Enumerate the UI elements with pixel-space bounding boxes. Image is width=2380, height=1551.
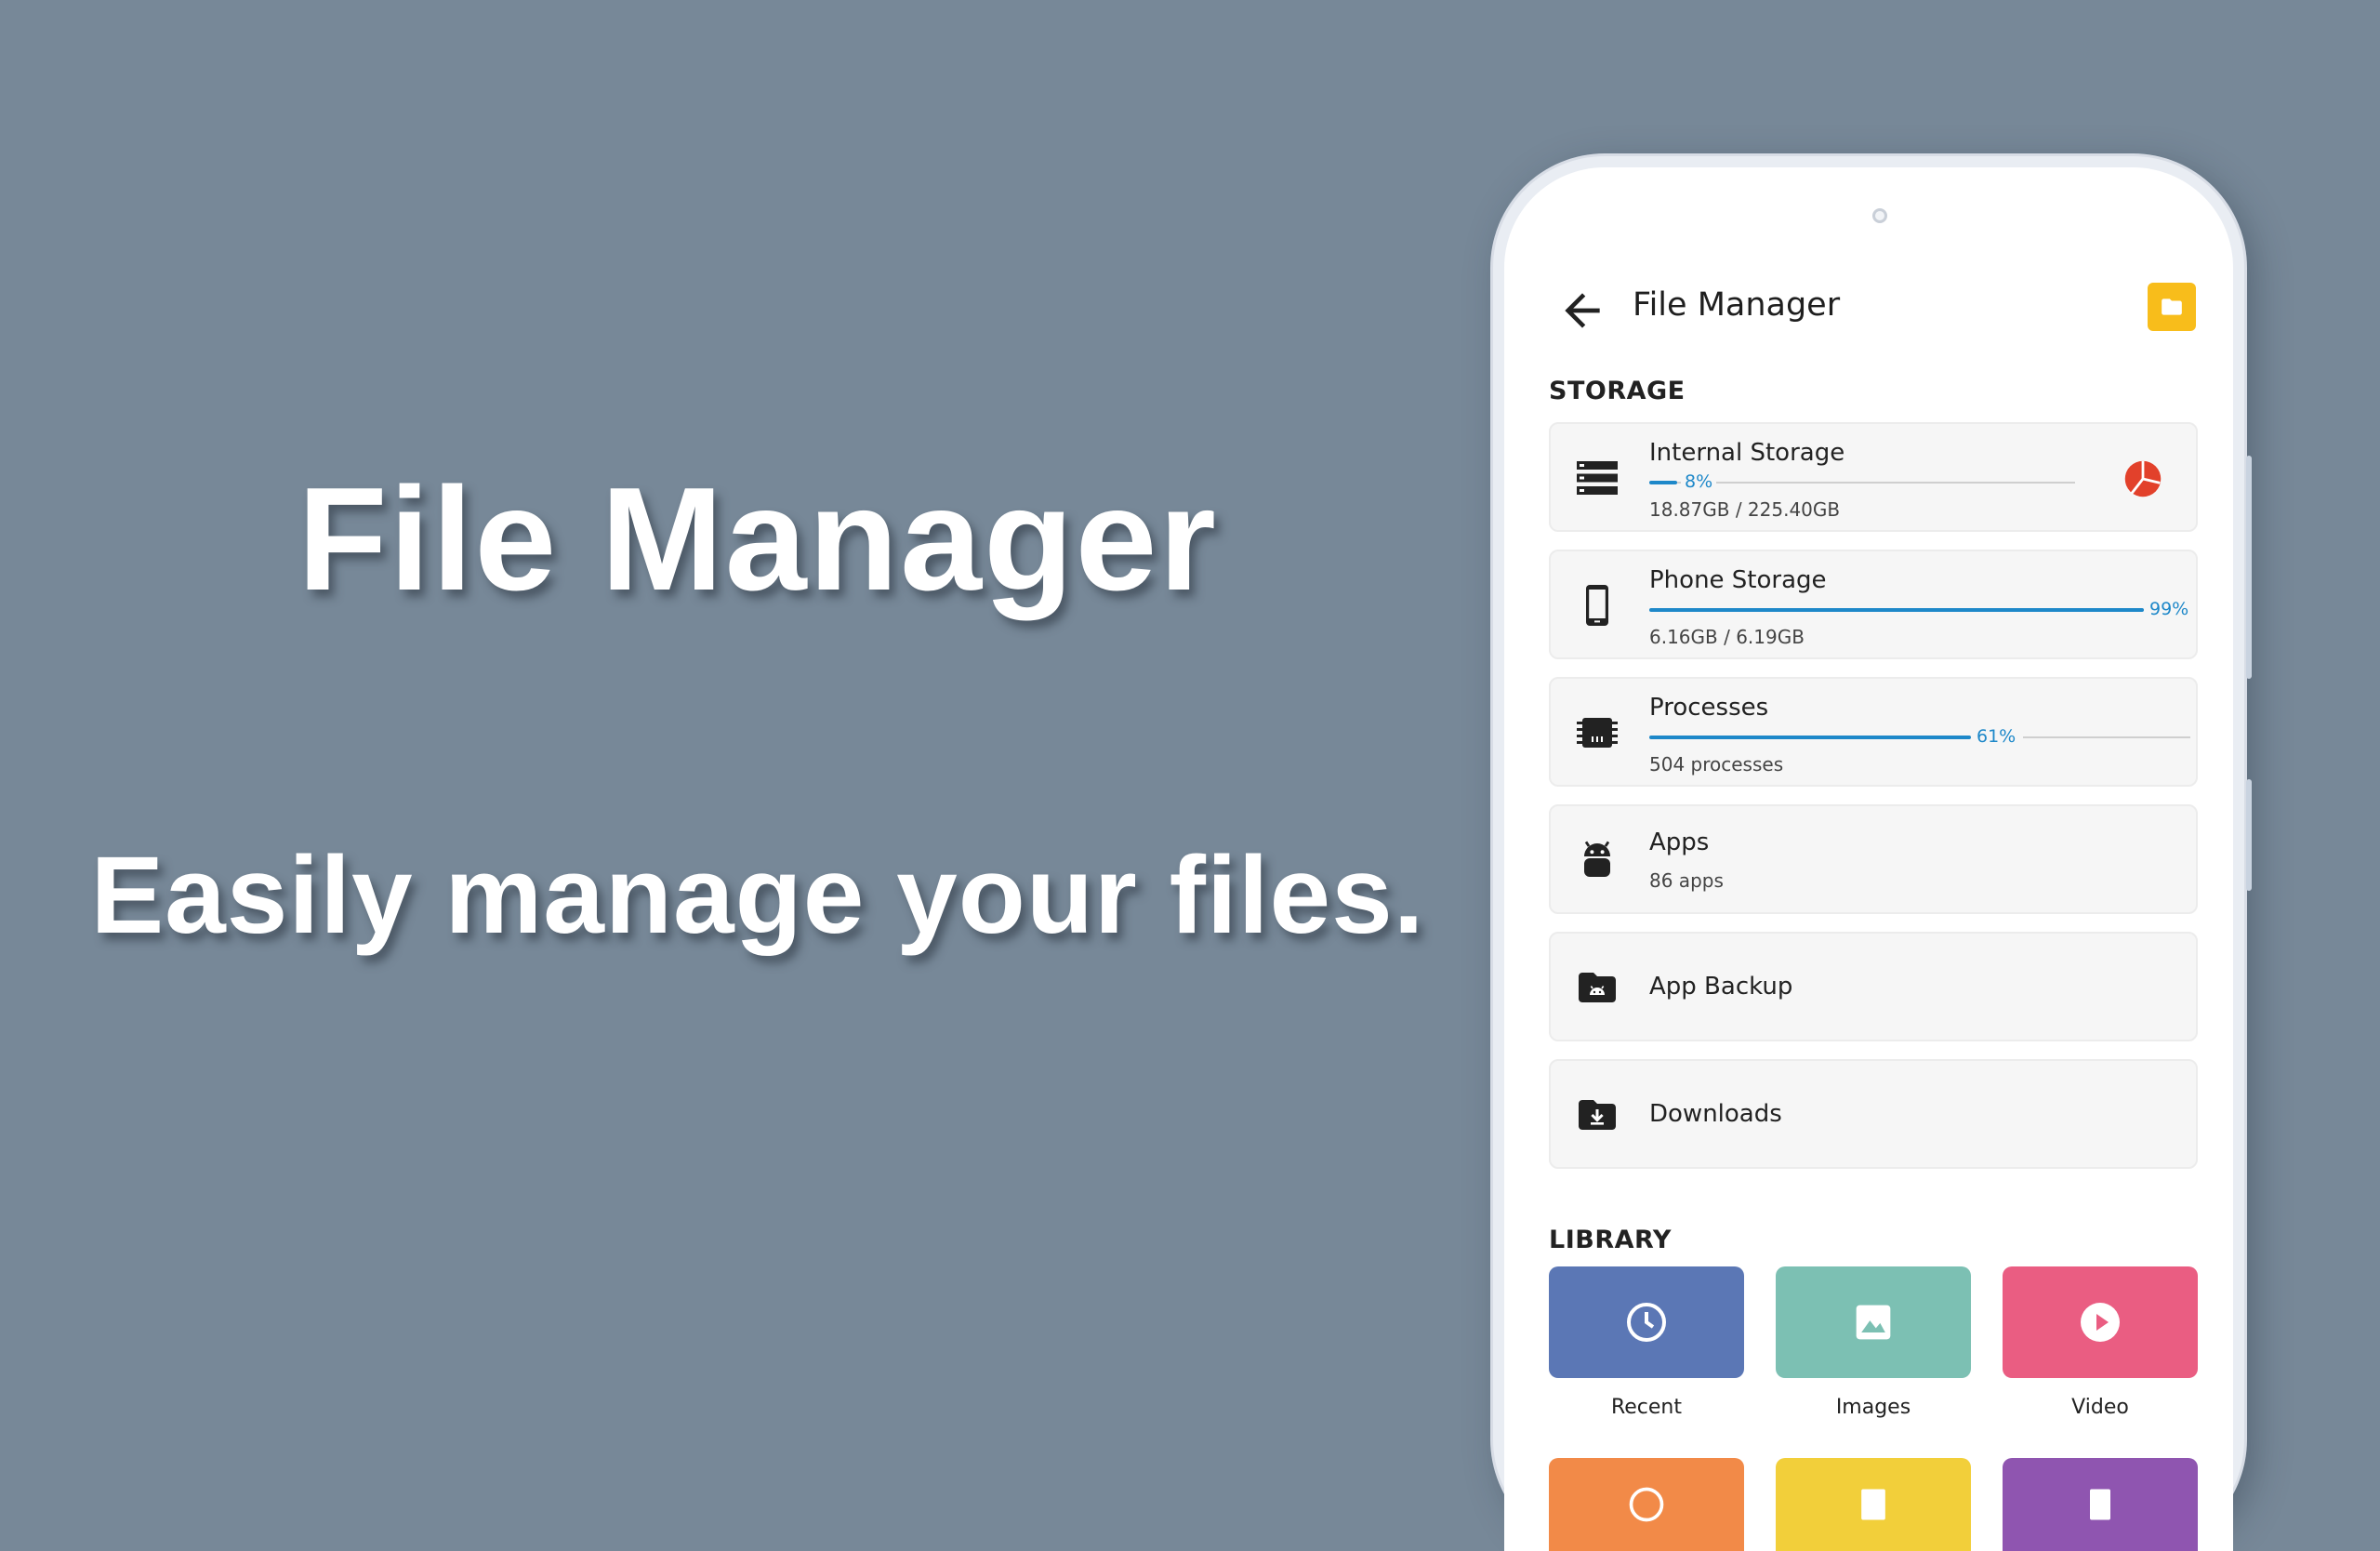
storage-card-processes[interactable]: Processes 61% 504 processes — [1549, 677, 2198, 787]
storage-percent: 8% — [1681, 471, 1717, 492]
phone-icon — [1586, 585, 1608, 626]
front-camera — [1872, 208, 1887, 223]
play-icon — [2081, 1303, 2120, 1342]
storage-sub: 504 processes — [1649, 753, 1784, 776]
library-tile-label: Video — [2071, 1396, 2129, 1419]
storage-sub: 18.87GB / 225.40GB — [1649, 498, 1841, 521]
storage-percent: 99% — [2149, 599, 2189, 619]
android-icon — [1584, 841, 1610, 877]
storage-card-internal[interactable]: Internal Storage 8% 18.87GB / 225.40GB — [1549, 422, 2198, 532]
folder-icon — [2162, 298, 2182, 315]
storage-bar-fill — [1649, 608, 2144, 612]
library-section-label: LIBRARY — [1549, 1226, 1672, 1254]
storage-name: Apps — [1649, 829, 1710, 856]
library-tile-label: Recent — [1610, 1396, 1683, 1419]
storage-sub: 6.16GB / 6.19GB — [1649, 626, 1805, 648]
library-tile-video[interactable] — [2003, 1266, 2198, 1378]
library-tile-label: Images — [1835, 1396, 1911, 1419]
storage-bar-fill — [1649, 481, 1677, 484]
storage-name: Phone Storage — [1649, 566, 1827, 594]
music-icon — [1629, 1487, 1664, 1522]
folder-download-icon — [1579, 1100, 1616, 1130]
storage-sub: 86 apps — [1649, 869, 1724, 892]
storage-bar-fill — [1649, 736, 1971, 739]
phone-power-button — [2246, 779, 2252, 891]
folder-button[interactable] — [2148, 283, 2196, 331]
storage-bar-track — [2023, 736, 2190, 738]
library-tile-documents[interactable] — [1776, 1458, 1971, 1551]
library-tile-archives[interactable] — [2003, 1458, 2198, 1551]
storage-name: App Backup — [1649, 973, 1793, 1001]
image-icon — [1856, 1305, 1891, 1340]
library-tile-music[interactable] — [1549, 1458, 1744, 1551]
archive-icon — [2090, 1489, 2110, 1520]
storage-section-label: STORAGE — [1549, 377, 1686, 405]
phone-frame: File Manager STORAGE Internal Storage 8% — [1493, 156, 2252, 1551]
arrow-back-icon[interactable] — [1556, 285, 1608, 337]
app-bar: File Manager — [1504, 260, 2233, 363]
promo-subtitle: Easily manage your files. — [90, 834, 1425, 957]
library-tile-images[interactable] — [1776, 1266, 1971, 1378]
storage-card-app-backup[interactable]: App Backup — [1549, 932, 2198, 1041]
phone-screen: File Manager STORAGE Internal Storage 8% — [1504, 167, 2233, 1551]
clock-icon — [1627, 1303, 1666, 1342]
app-title: File Manager — [1633, 286, 1841, 324]
storage-name: Internal Storage — [1649, 439, 1845, 467]
storage-name: Downloads — [1649, 1100, 1782, 1128]
pie-chart-icon[interactable] — [2123, 459, 2162, 498]
cpu-chip-icon — [1577, 718, 1618, 748]
storage-card-apps[interactable]: Apps 86 apps — [1549, 804, 2198, 914]
document-icon — [1861, 1489, 1885, 1520]
phone-volume-button — [2246, 456, 2252, 679]
storage-name: Processes — [1649, 694, 1769, 722]
storage-card-phone[interactable]: Phone Storage 99% 6.16GB / 6.19GB — [1549, 550, 2198, 659]
storage-server-icon — [1577, 461, 1618, 495]
storage-percent: 61% — [1977, 726, 2016, 747]
storage-card-downloads[interactable]: Downloads — [1549, 1059, 2198, 1169]
folder-android-icon — [1579, 973, 1616, 1002]
promo-title: File Manager — [298, 457, 1218, 621]
library-tile-recent[interactable] — [1549, 1266, 1744, 1378]
